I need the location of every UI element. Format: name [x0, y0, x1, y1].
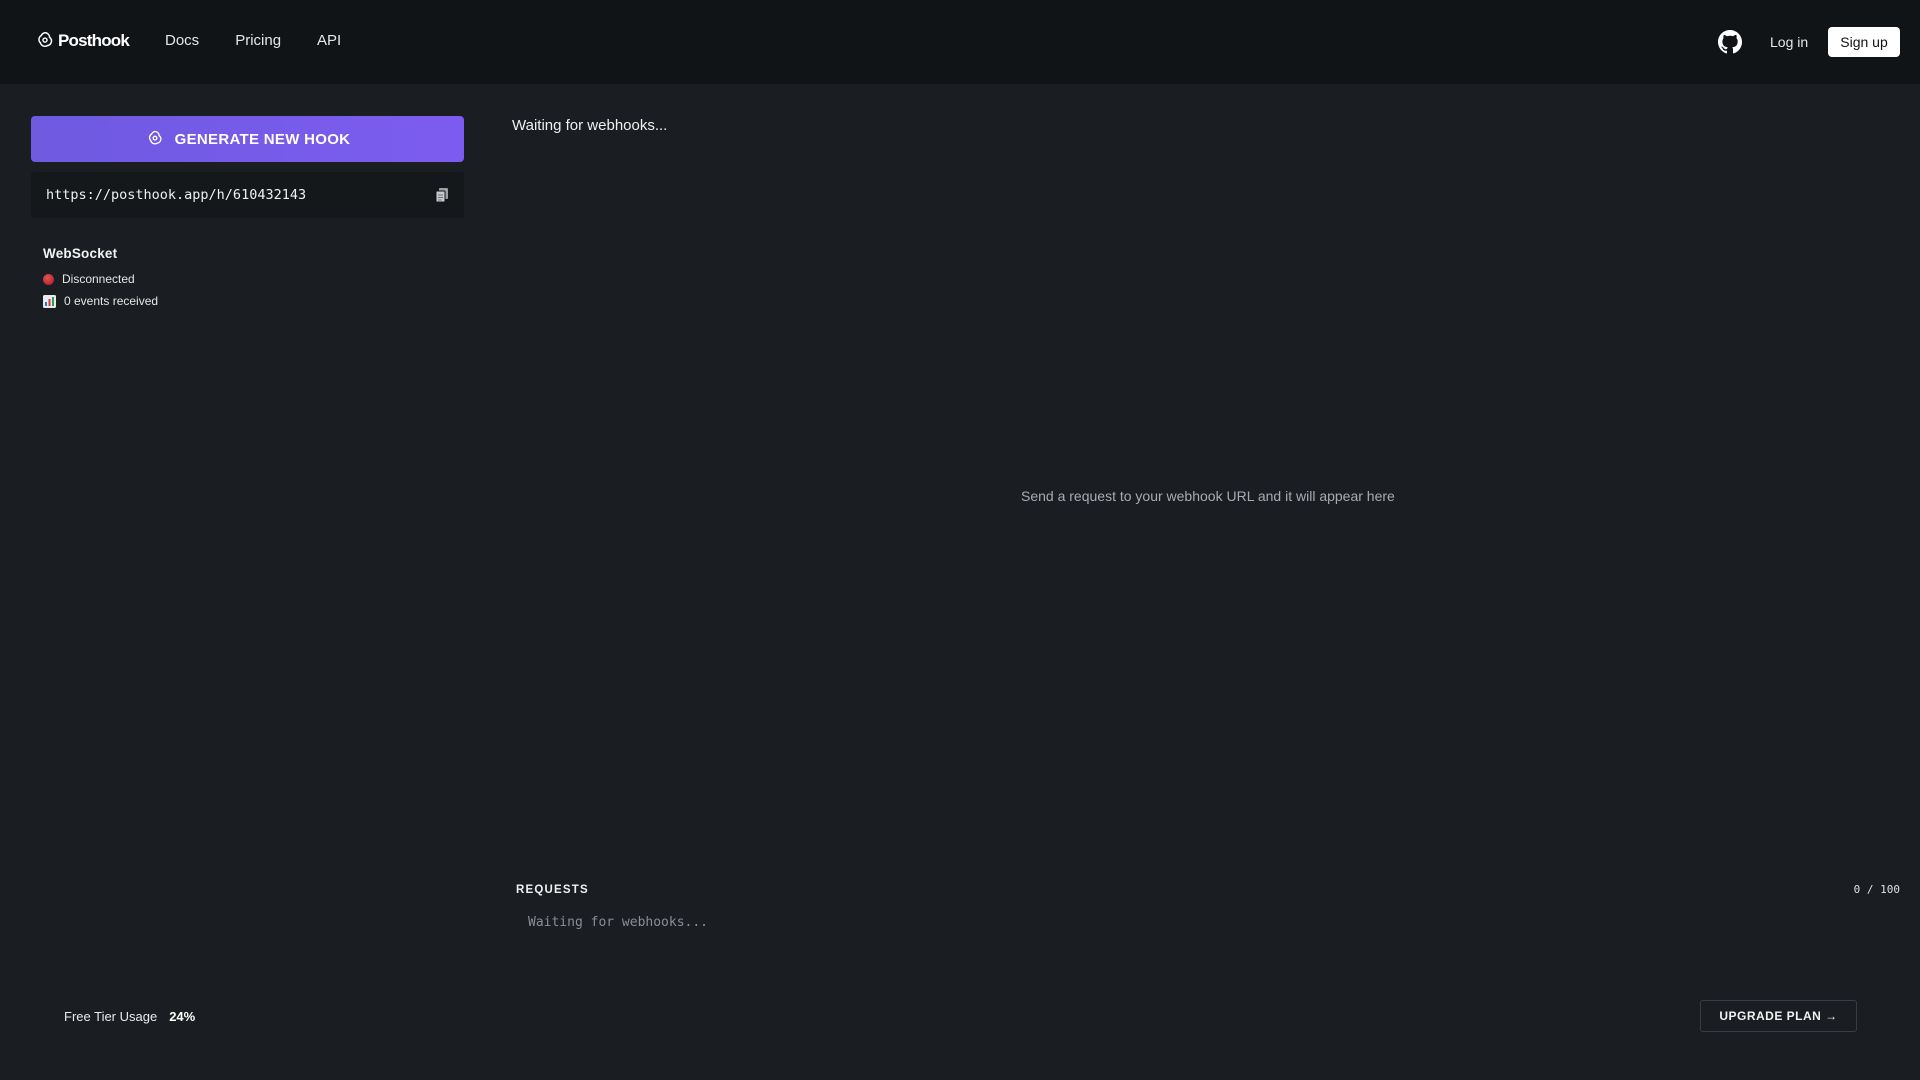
webhook-url[interactable]: https://posthook.app/h/610432143: [46, 187, 435, 203]
websocket-panel: WebSocket Disconnected 0 events received: [43, 246, 158, 308]
nav-api[interactable]: API: [317, 32, 341, 49]
hook-icon: [148, 130, 162, 145]
requests-label: REQUESTS: [516, 883, 589, 896]
main-nav: Docs Pricing API: [165, 32, 341, 49]
websocket-events-row: 0 events received: [43, 294, 158, 308]
generate-new-hook-button[interactable]: GENERATE NEW HOOK: [31, 116, 464, 162]
usage-value: 24%: [169, 1009, 196, 1024]
main-title: Waiting for webhooks...: [512, 117, 668, 134]
bar-chart-icon: [43, 294, 56, 308]
empty-state-message: Send a request to your webhook URL and i…: [1021, 488, 1395, 504]
github-icon[interactable]: [1718, 30, 1742, 54]
websocket-events: 0 events received: [64, 294, 159, 308]
signup-button[interactable]: Sign up: [1828, 27, 1900, 57]
brand-name: Posthook: [58, 31, 130, 50]
requests-count: 0 / 100: [1853, 883, 1900, 896]
usage-indicator: Free Tier Usage 24%: [64, 1009, 195, 1024]
websocket-status: Disconnected: [62, 272, 135, 286]
requests-header: REQUESTS 0 / 100: [516, 883, 1900, 896]
webhook-url-field[interactable]: https://posthook.app/h/610432143: [31, 172, 464, 218]
brand-logo[interactable]: Posthook: [34, 30, 130, 52]
usage-label: Free Tier Usage: [64, 1009, 158, 1024]
nav-pricing[interactable]: Pricing: [235, 32, 281, 49]
copy-icon[interactable]: [435, 187, 449, 203]
requests-empty-message: Waiting for webhooks...: [528, 915, 709, 930]
top-navbar: Posthook Docs Pricing API Log in Sign up: [0, 0, 1920, 84]
websocket-title: WebSocket: [43, 246, 118, 261]
nav-docs[interactable]: Docs: [165, 32, 199, 49]
websocket-status-row: Disconnected: [43, 272, 158, 286]
status-dot-icon: [43, 273, 54, 285]
login-link[interactable]: Log in: [1770, 34, 1808, 50]
generate-button-label: GENERATE NEW HOOK: [174, 130, 351, 148]
upgrade-plan-button[interactable]: UPGRADE PLAN →: [1700, 1000, 1857, 1032]
logo-icon: [38, 32, 53, 47]
